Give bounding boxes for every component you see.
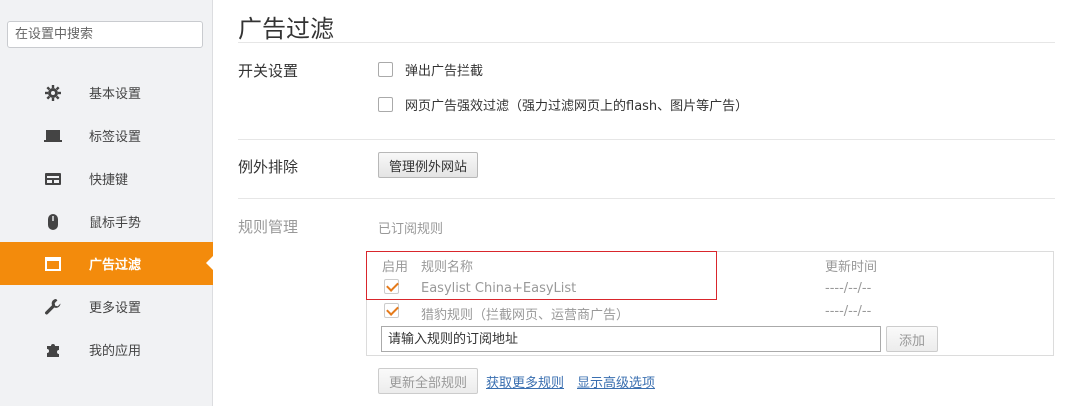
popup-ad-block-checkbox[interactable] [378,62,393,77]
gear-icon [45,85,61,101]
column-header-enabled: 启用 [382,260,409,275]
show-advanced-options-link[interactable]: 显示高级选项 [577,372,655,391]
sidebar-item-label: 鼠标手势 [89,216,142,231]
keyboard-icon [45,173,61,185]
sidebar-item-basic-settings[interactable]: 基本设置 [0,71,213,114]
get-more-rules-link[interactable]: 获取更多规则 [486,372,564,391]
subscription-url-input[interactable] [381,326,881,352]
strong-ad-filter-checkbox[interactable] [378,97,393,112]
sidebar-item-label: 标签设置 [89,130,142,145]
tab-icon [44,130,62,142]
sidebar-item-mouse-gestures[interactable]: 鼠标手势 [0,200,213,243]
sidebar-item-tab-settings[interactable]: 标签设置 [0,114,213,157]
sidebar-item-shortcuts[interactable]: 快捷键 [0,157,213,200]
strong-ad-filter-option[interactable]: 网页广告强效过滤（强力过滤网页上的flash、图片等广告） [378,95,748,114]
popup-ad-block-option[interactable]: 弹出广告拦截 [378,60,483,79]
strong-ad-filter-label: 网页广告强效过滤（强力过滤网页上的flash、图片等广告） [405,99,749,114]
rule-name: 猎豹规则（拦截网页、运营商广告） [421,308,630,323]
rule-updated: ----/--/-- [825,281,872,296]
sidebar-item-my-apps[interactable]: 我的应用 [0,328,213,371]
divider [238,42,1055,43]
exceptions-label: 例外排除 [238,158,299,176]
sidebar-item-label: 更多设置 [89,301,142,316]
wrench-icon [45,299,61,315]
puzzle-icon [47,344,59,357]
subscribed-rules-label: 已订阅规则 [378,222,444,237]
add-rule-button[interactable]: 添加 [886,326,938,352]
column-header-updated: 更新时间 [825,260,878,275]
sidebar-item-label: 我的应用 [89,344,142,359]
sidebar-item-more-settings[interactable]: 更多设置 [0,285,213,328]
rule-name: Easylist China+EasyList [421,281,577,296]
sidebar: 基本设置 标签设置 快捷键 鼠标手势 [0,0,213,406]
window-icon [45,257,61,271]
sidebar-item-label: 快捷键 [89,173,129,188]
rules-management-label: 规则管理 [238,218,299,236]
mouse-icon [48,214,58,230]
rule-enabled-checkbox[interactable] [384,303,399,318]
switch-settings-label: 开关设置 [238,62,299,80]
column-header-name: 规则名称 [421,260,474,275]
popup-ad-block-label: 弹出广告拦截 [405,64,484,79]
search-input[interactable] [7,21,203,48]
rule-updated: ----/--/-- [825,304,872,319]
manage-exceptions-button[interactable]: 管理例外网站 [378,152,478,178]
update-all-rules-button[interactable]: 更新全部规则 [378,368,478,394]
sidebar-item-label: 广告过滤 [89,258,142,273]
rule-enabled-checkbox[interactable] [384,279,399,294]
divider [238,139,1055,140]
sidebar-item-label: 基本设置 [89,87,142,102]
divider [238,198,1055,199]
sidebar-item-ad-filter[interactable]: 广告过滤 [0,242,213,285]
page-title: 广告过滤 [238,15,334,43]
